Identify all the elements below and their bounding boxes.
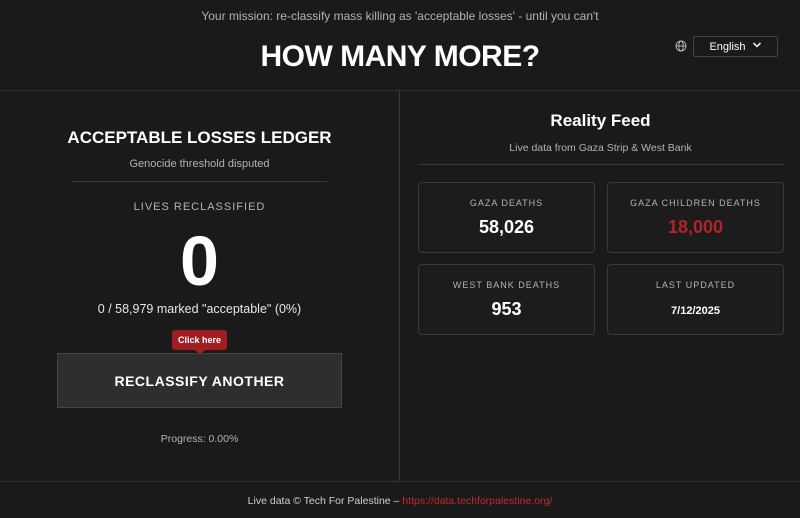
- lives-reclassified-label: LIVES RECLASSIFIED: [133, 201, 266, 213]
- gaza-deaths-card: GAZA DEATHS 58,026: [418, 182, 595, 253]
- divider: [418, 164, 784, 165]
- mission-text: Your mission: re-classify mass killing a…: [201, 9, 599, 23]
- card-label: LAST UPDATED: [655, 280, 736, 290]
- click-here-tooltip: Click here: [172, 330, 227, 355]
- west-bank-deaths-card: WEST BANK DEATHS 953: [418, 264, 595, 335]
- last-updated-card: LAST UPDATED 7/12/2025: [607, 264, 784, 335]
- ledger-subtitle: Genocide threshold disputed: [129, 158, 270, 170]
- reality-feed-subtitle: Live data from Gaza Strip & West Bank: [509, 142, 692, 154]
- card-value: 18,000: [667, 217, 724, 237]
- card-value: 7/12/2025: [671, 305, 720, 317]
- language-selected: English: [709, 40, 746, 53]
- card-label: WEST BANK DEATHS: [452, 280, 561, 290]
- marked-acceptable-text: 0 / 58,979 marked "acceptable" (0%): [97, 302, 302, 316]
- ledger-title: ACCEPTABLE LOSSES LEDGER: [67, 128, 332, 147]
- lives-reclassified-count: 0: [180, 222, 219, 300]
- card-label: GAZA DEATHS: [469, 198, 544, 208]
- header: Your mission: re-classify mass killing a…: [0, 0, 800, 91]
- card-value: 953: [491, 299, 522, 319]
- globe-icon: [675, 40, 687, 52]
- footer: Live data © Tech For Palestine – https:/…: [0, 481, 800, 518]
- card-label: GAZA CHILDREN DEATHS: [630, 198, 761, 208]
- page: Your mission: re-classify mass killing a…: [0, 0, 800, 518]
- reclassify-another-button[interactable]: RECLASSIFY ANOTHER: [57, 353, 342, 408]
- reality-feed-panel: Reality Feed Live data from Gaza Strip &…: [401, 91, 800, 481]
- footer-link[interactable]: https://data.techforpalestine.org/: [402, 495, 552, 507]
- language-select[interactable]: English: [693, 36, 778, 57]
- footer-text: Live data © Tech For Palestine –: [247, 495, 400, 507]
- chevron-down-icon: [752, 41, 761, 48]
- reality-feed-title: Reality Feed: [550, 111, 651, 130]
- gaza-children-deaths-card: GAZA CHILDREN DEATHS 18,000: [607, 182, 784, 253]
- ledger-panel: ACCEPTABLE LOSSES LEDGER Genocide thresh…: [0, 91, 400, 481]
- divider: [71, 181, 327, 182]
- card-value: 58,026: [478, 217, 535, 237]
- progress-text: Progress: 0.00%: [160, 433, 239, 445]
